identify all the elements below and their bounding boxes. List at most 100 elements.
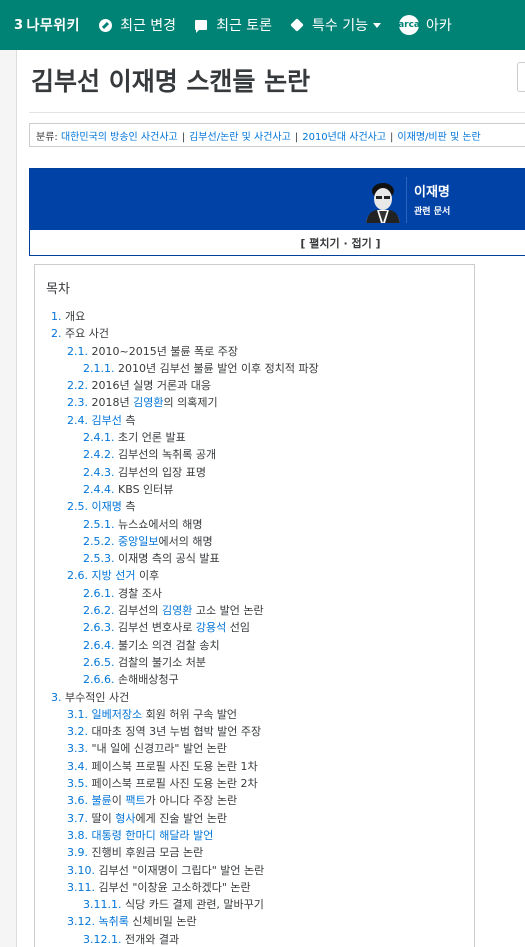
toc-inline-link[interactable]: 불륜 <box>92 794 112 807</box>
toc-item-number[interactable]: 3.2. <box>67 725 88 738</box>
toc-item: 2.5. 이재명 측 <box>35 498 474 515</box>
category-separator: | <box>390 132 394 143</box>
toc-item-number[interactable]: 2.4.3. <box>83 466 115 479</box>
toc-item-number[interactable]: 2.6.1. <box>83 587 115 600</box>
toc-item: 3.3. "내 일에 신경끄라" 발언 논란 <box>35 740 474 757</box>
toc-item-number[interactable]: 2.4.1. <box>83 431 115 444</box>
toc-item-label: 식당 카드 결제 관련, 말바꾸기 <box>124 898 264 912</box>
toc-item-label: 에서의 해명 <box>158 534 213 548</box>
toc-item-number[interactable]: 3.8. <box>67 829 88 842</box>
cube-icon <box>290 18 304 32</box>
toc-item-number[interactable]: 3.10. <box>67 864 95 877</box>
toc-item-text: 경찰 조사 <box>118 587 162 600</box>
toc-item-number[interactable]: 2.5.2. <box>83 535 115 548</box>
toc-item-number[interactable]: 2.2. <box>67 379 88 392</box>
toc-item-text: 녹취록 신체비밀 논란 <box>99 915 197 928</box>
toc-item: 3.7. 딸이 형사에게 진술 발언 논란 <box>35 810 474 827</box>
toc-item-number[interactable]: 2. <box>51 327 62 340</box>
toc-item: 3.6. 불륜이 팩트가 아니다 주장 논란 <box>35 792 474 809</box>
category-link[interactable]: 대한민국의 방송인 사건사고 <box>61 132 178 143</box>
toc-inline-link[interactable]: 형사 <box>115 812 135 825</box>
navbox-title[interactable]: 이재명 <box>414 181 450 200</box>
toc-item: 2.6.5. 검찰의 불기소 처분 <box>35 654 474 671</box>
toc-inline-link[interactable]: 팩트 <box>125 794 145 807</box>
toc-item-number[interactable]: 3.4. <box>67 760 88 773</box>
toc-item: 2.4.4. KBS 인터뷰 <box>35 481 474 498</box>
nav-special-features[interactable]: 특수 기능 <box>290 15 382 35</box>
toc-item-text: 2010년 김부선 불륜 발언 이후 정치적 파장 <box>118 362 319 375</box>
portrait-image <box>366 183 400 223</box>
toc-item-number[interactable]: 2.6.6. <box>83 673 115 686</box>
toc-item-text: 이재명 측 <box>92 500 136 513</box>
toc-item-number[interactable]: 3.9. <box>67 846 88 859</box>
toc-item-number[interactable]: 2.1. <box>67 345 88 358</box>
toc-item-number[interactable]: 2.5.1. <box>83 518 115 531</box>
toc-inline-link[interactable]: 일베저장소 <box>92 708 143 721</box>
toc-inline-link[interactable]: 대통령 한마디 해달라 발언 <box>92 829 214 842</box>
title-divider <box>29 112 525 113</box>
toc-item-number[interactable]: 3.12.1. <box>83 933 121 946</box>
toc-inline-link[interactable]: 강용석 <box>196 621 226 634</box>
toc-item-text: KBS 인터뷰 <box>118 483 173 496</box>
toc-item-number[interactable]: 3.11. <box>67 881 95 894</box>
category-link[interactable]: 이재명/비판 및 논란 <box>397 132 480 143</box>
toc-item-text: 진행비 후원금 모금 논란 <box>92 846 204 859</box>
toc-item-number[interactable]: 2.1.1. <box>83 362 115 375</box>
toc-item-number[interactable]: 2.6.5. <box>83 656 115 669</box>
toc-title: 목차 <box>46 282 70 297</box>
toc-item: 2.6.1. 경찰 조사 <box>35 585 474 602</box>
toc-item: 3.8. 대통령 한마디 해달라 발언 <box>35 827 474 844</box>
toc-item-text: 중앙일보에서의 해명 <box>118 535 213 548</box>
toc-inline-link[interactable]: 김영환 <box>162 604 192 617</box>
toc-item-number[interactable]: 3.12. <box>67 915 95 928</box>
toc-item-number[interactable]: 3.5. <box>67 777 88 790</box>
toc-item-label: 페이스북 프로필 사진 도용 논란 2차 <box>91 777 258 791</box>
toc-item-number[interactable]: 2.5. <box>67 500 88 513</box>
edit-button-group[interactable] <box>517 62 525 92</box>
nav-arca[interactable]: arca 아카 <box>398 15 452 35</box>
toc-item-number[interactable]: 3.1. <box>67 708 88 721</box>
toc-item: 2.4.1. 초기 언론 발표 <box>35 429 474 446</box>
site-logo[interactable]: 3 나무위키 <box>14 15 80 35</box>
toc-inline-link[interactable]: 김영환 <box>133 396 163 409</box>
toc-item-number[interactable]: 3. <box>51 691 62 704</box>
toc-item-text: 검찰의 불기소 처분 <box>118 656 206 669</box>
toc-inline-link[interactable]: 지방 선거 <box>92 569 136 582</box>
nav-recent-discussions[interactable]: 최근 토론 <box>194 15 272 35</box>
toc-item-number[interactable]: 3.11.1. <box>83 898 121 911</box>
toc-item: 2.6.3. 김부선 변호사로 강용석 선임 <box>35 619 474 636</box>
toc-item-number[interactable]: 2.4.4. <box>83 483 115 496</box>
category-link[interactable]: 2010년대 사건사고 <box>302 132 386 143</box>
toc-item-number[interactable]: 2.6. <box>67 569 88 582</box>
toc-item: 3.9. 진행비 후원금 모금 논란 <box>35 844 474 861</box>
toc-item-text: 페이스북 프로필 사진 도용 논란 1차 <box>92 760 258 773</box>
chevron-down-icon <box>373 22 382 28</box>
toc-item: 3.11.1. 식당 카드 결제 관련, 말바꾸기 <box>35 896 474 913</box>
navbox-header: 이재명 관련 문서 <box>30 169 525 230</box>
toc-item-number[interactable]: 3.3. <box>67 742 88 755</box>
toc-item-number[interactable]: 1. <box>51 310 62 323</box>
toc-item-number[interactable]: 2.4. <box>67 414 88 427</box>
toc-inline-link[interactable]: 중앙일보 <box>118 535 158 548</box>
toc-item-label: 불기소 의견 검찰 송치 <box>118 638 220 652</box>
toc-item-number[interactable]: 3.7. <box>67 812 88 825</box>
navbox-expand-toggle[interactable]: [ 펼치기 · 접기 ] <box>30 235 525 251</box>
toc-item-text: 대통령 한마디 해달라 발언 <box>92 829 214 842</box>
toc-item-text: "내 일에 신경끄라" 발언 논란 <box>92 742 227 755</box>
toc-item-number[interactable]: 2.6.2. <box>83 604 115 617</box>
toc-item-text: 대마초 징역 3년 누범 협박 발언 주장 <box>92 725 262 738</box>
toc-item-number[interactable]: 3.6. <box>67 794 88 807</box>
toc-item-number[interactable]: 2.6.4. <box>83 639 115 652</box>
toc-item-number[interactable]: 2.6.3. <box>83 621 115 634</box>
toc-inline-link[interactable]: 녹취록 <box>99 915 129 928</box>
toc-inline-link[interactable]: 김부선 <box>92 414 122 427</box>
toc-item-label: 검찰의 불기소 처분 <box>118 655 206 669</box>
category-link[interactable]: 김부선/논란 및 사건사고 <box>189 132 291 143</box>
toc-item-number[interactable]: 2.4.2. <box>83 448 115 461</box>
category-separator: | <box>181 132 186 143</box>
comment-icon <box>194 18 208 33</box>
toc-item-number[interactable]: 2.5.3. <box>83 552 115 565</box>
toc-inline-link[interactable]: 이재명 <box>92 500 122 513</box>
toc-item-number[interactable]: 2.3. <box>67 396 88 409</box>
nav-recent-changes[interactable]: 최근 변경 <box>98 15 176 35</box>
